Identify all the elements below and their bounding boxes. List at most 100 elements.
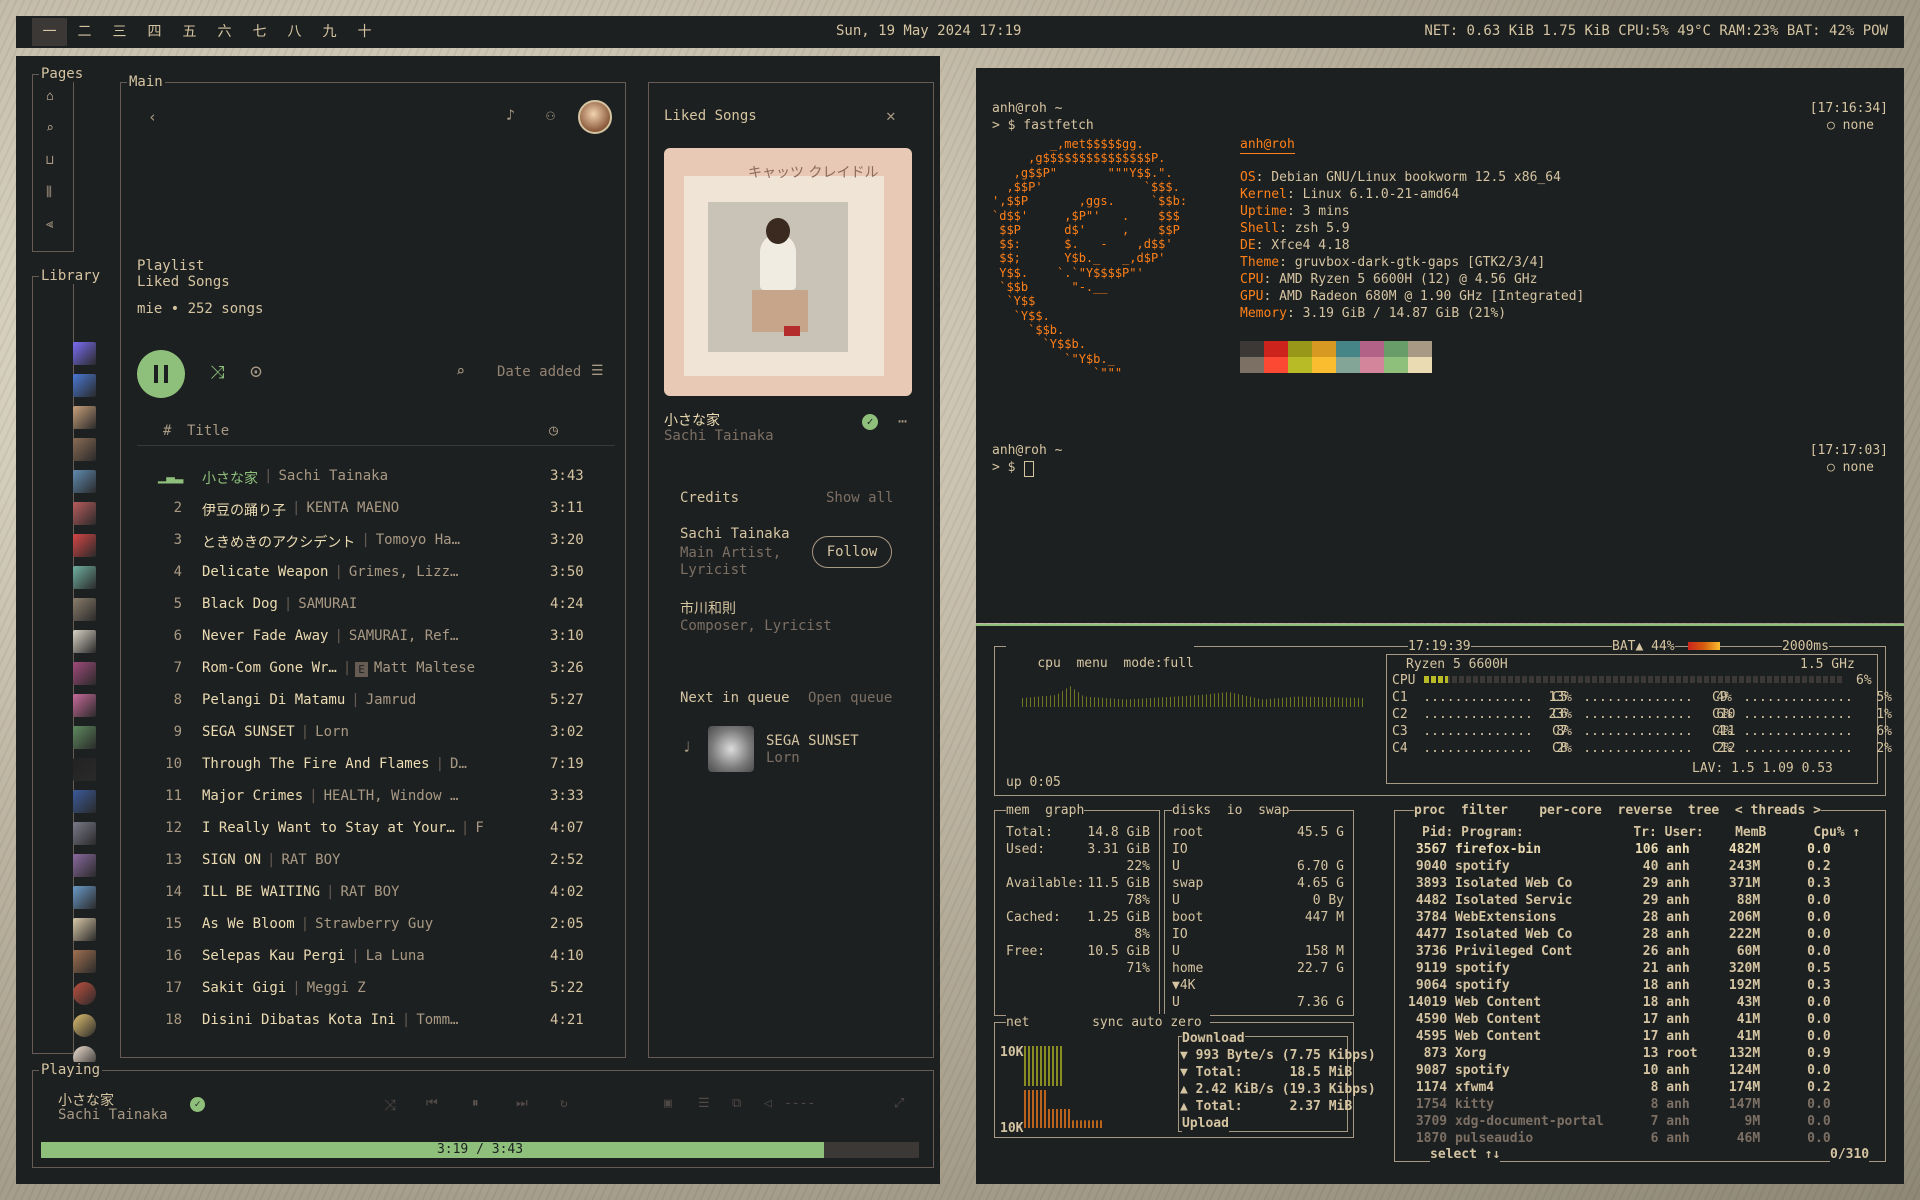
track-row[interactable]: 15 As We Bloom | Strawberry Guy 2:05 (158, 916, 588, 936)
lyrics-icon[interactable]: ▣ (664, 1096, 672, 1111)
proc-select[interactable]: select ↑↓ (1430, 1146, 1501, 1163)
track-artist[interactable]: RAT BOY (340, 884, 399, 904)
track-artist[interactable]: F (475, 820, 483, 840)
mem-tab[interactable]: mem graph (1006, 802, 1085, 819)
filter-search-icon[interactable]: ⌕ (456, 362, 465, 380)
more-options-icon[interactable]: ⋯ (898, 412, 907, 430)
library-item[interactable] (73, 822, 96, 845)
track-row[interactable]: 10 Through The Fire And Flames | D… 7:19 (158, 756, 588, 776)
library-item[interactable] (73, 854, 96, 877)
pause-control-icon[interactable]: ⏸ (472, 1096, 479, 1111)
process-row[interactable]: 4482 Isolated Servic 29 anh 88M 0.0 (1408, 892, 1831, 909)
process-row[interactable]: 1754 kitty 8 anh 147M 0.0 (1408, 1096, 1831, 1113)
download-icon[interactable]: ⊙ (250, 359, 262, 383)
cart-icon[interactable]: ⊔ (46, 153, 54, 168)
process-row[interactable]: 9040 spotify 40 anh 243M 0.2 (1408, 858, 1831, 875)
mode-tab[interactable]: mode:full (1123, 656, 1193, 671)
volume-icon[interactable]: ◁ (764, 1096, 772, 1111)
repeat-icon[interactable]: ↻ (560, 1096, 568, 1111)
workspace-7[interactable]: 七 (242, 18, 277, 46)
queue-track-artist[interactable]: Lorn (766, 750, 800, 766)
library-item[interactable] (73, 598, 96, 621)
track-row[interactable]: 12 I Really Want to Stay at Your… | F 4:07 (158, 820, 588, 840)
track-row[interactable]: 7 Rom-Com Gone Wr… | E Matt Maltese 3:26 (158, 660, 588, 680)
library-item[interactable] (73, 342, 96, 365)
playing-liked-icon[interactable]: ✓ (190, 1097, 205, 1112)
library-item[interactable] (73, 758, 96, 781)
library-item[interactable] (73, 982, 96, 1005)
shuffle-control-icon[interactable]: ⤨ (384, 1096, 396, 1114)
process-row[interactable]: 3736 Privileged Cont 26 anh 60M 0.0 (1408, 943, 1831, 960)
menu-tab[interactable]: menu (1076, 656, 1107, 671)
volume-slider[interactable]: ---- (784, 1096, 815, 1111)
track-artist[interactable]: SAMURAI (298, 596, 357, 616)
library-item[interactable] (73, 630, 96, 653)
update-interval[interactable]: 2000ms (1782, 638, 1829, 655)
avatar[interactable] (578, 100, 612, 134)
workspace-5[interactable]: 五 (172, 18, 207, 46)
workspace-6[interactable]: 六 (207, 18, 242, 46)
library-item[interactable] (73, 1014, 96, 1037)
search-icon[interactable]: ⌕ (46, 121, 54, 136)
liked-check-icon[interactable]: ✓ (862, 414, 878, 430)
queue-track-title[interactable]: SEGA SUNSET (766, 733, 859, 749)
track-artist[interactable]: Tomm… (416, 1012, 458, 1032)
process-row[interactable]: 1870 pulseaudio 6 anh 46M 0.0 (1408, 1130, 1831, 1147)
close-icon[interactable]: ✕ (886, 106, 896, 125)
track-row[interactable]: 16 Selepas Kau Pergi | La Luna 4:10 (158, 948, 588, 968)
track-artist[interactable]: Meggi Z (307, 980, 366, 1000)
track-artist[interactable]: RAT BOY (281, 852, 340, 872)
track-row[interactable]: 8 Pelangi Di Matamu | Jamrud 5:27 (158, 692, 588, 712)
track-row[interactable]: ▁▃▂ 小さな家 | Sachi Tainaka 3:43 (158, 468, 588, 488)
library-item[interactable] (73, 662, 96, 685)
track-row[interactable]: 11 Major Crimes | HEALTH, Window … 3:33 (158, 788, 588, 808)
follow-button[interactable]: Follow (812, 536, 892, 568)
open-queue-link[interactable]: Open queue (808, 690, 892, 706)
process-row[interactable]: 4590 Web Content 17 anh 41M 0.0 (1408, 1011, 1831, 1028)
track-row[interactable]: 18 Disini Dibatas Kota Ini | Tomm… 4:21 (158, 1012, 588, 1032)
workspace-9[interactable]: 九 (312, 18, 347, 46)
workspace-10[interactable]: 十 (347, 18, 382, 46)
disks-tab[interactable]: disks io swap (1172, 802, 1290, 819)
track-artist[interactable]: La Luna (366, 948, 425, 968)
track-row[interactable]: 17 Sakit Gigi | Meggi Z 5:22 (158, 980, 588, 1000)
process-row[interactable]: 14019 Web Content 18 anh 43M 0.0 (1408, 994, 1831, 1011)
home-icon[interactable]: ⌂ (46, 89, 54, 104)
proc-tab[interactable]: proc filter per-core reverse tree < thre… (1414, 802, 1821, 819)
progress-bar[interactable]: 3:19 / 3:43 (41, 1142, 919, 1158)
play-pause-button[interactable] (137, 350, 185, 398)
cpu-tab[interactable]: cpu (1037, 656, 1060, 671)
sort-dropdown[interactable]: Date added (497, 364, 581, 380)
track-artist[interactable]: Sachi Tainaka (278, 468, 388, 488)
workspace-3[interactable]: 三 (102, 18, 137, 46)
previous-icon[interactable]: ⏮ (426, 1096, 438, 1111)
track-row[interactable]: 2 伊豆の踊り子 | KENTA MAENO 3:11 (158, 500, 588, 520)
track-artist[interactable]: Matt Maltese (374, 660, 475, 680)
process-row[interactable]: 4477 Isolated Web Co 28 anh 222M 0.0 (1408, 926, 1831, 943)
track-row[interactable]: 5 Black Dog | SAMURAI 4:24 (158, 596, 588, 616)
library-item[interactable] (73, 566, 96, 589)
library-item[interactable] (73, 694, 96, 717)
library-item[interactable] (73, 886, 96, 909)
sidebar-track-artist[interactable]: Sachi Tainaka (664, 428, 774, 444)
track-row[interactable]: 9 SEGA SUNSET | Lorn 3:02 (158, 724, 588, 744)
workspace-1[interactable]: 一 (32, 18, 67, 46)
track-artist[interactable]: KENTA MAENO (306, 500, 399, 520)
track-artist[interactable]: Tomoyo Ha… (376, 532, 460, 552)
net-tab[interactable]: net sync auto zero (1006, 1014, 1210, 1031)
stats-icon[interactable]: ⫷ (46, 217, 53, 232)
credit-composer-name[interactable]: 市川和則 (680, 598, 736, 618)
process-row[interactable]: 3784 WebExtensions 28 anh 206M 0.0 (1408, 909, 1831, 926)
library-item[interactable] (73, 918, 96, 941)
devices-icon[interactable]: ⧉ (732, 1096, 741, 1111)
track-artist[interactable]: HEALTH, Window … (324, 788, 459, 808)
process-row[interactable]: 3893 Isolated Web Co 29 anh 371M 0.3 (1408, 875, 1831, 892)
process-row[interactable]: 3567 firefox-bin 106 anh 482M 0.0 (1408, 841, 1831, 858)
process-row[interactable]: 9087 spotify 10 anh 124M 0.0 (1408, 1062, 1831, 1079)
back-icon[interactable]: ‹ (148, 108, 157, 126)
terminal-window[interactable]: anh@roh ~ > $ fastfetch [17:16:34] ○ non… (976, 68, 1904, 623)
track-artist[interactable]: Lorn (315, 724, 349, 744)
workspace-8[interactable]: 八 (277, 18, 312, 46)
list-view-icon[interactable]: ☰ (591, 363, 604, 379)
library-item[interactable] (73, 726, 96, 749)
